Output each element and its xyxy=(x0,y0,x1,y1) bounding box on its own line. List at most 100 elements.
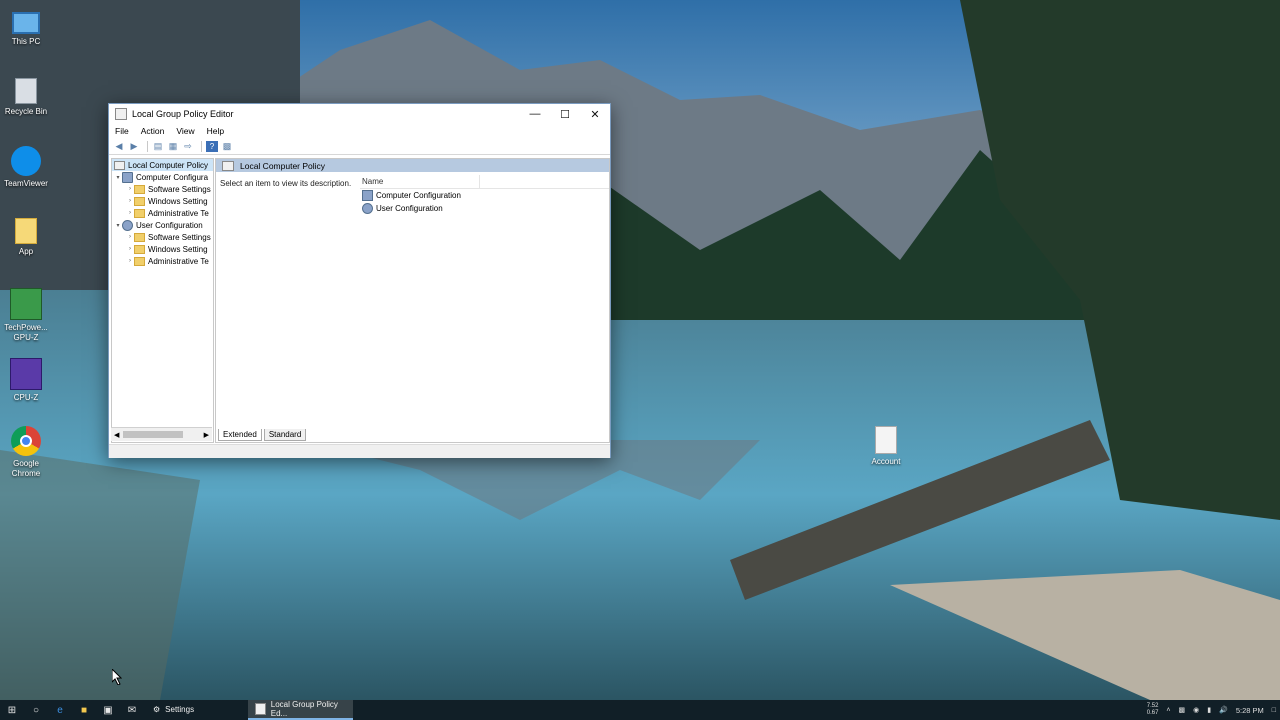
tree-item-label: Windows Setting xyxy=(148,244,208,254)
tree-item-software-settings[interactable]: › Software Settings xyxy=(112,231,213,243)
desktop-icon-google-chrome[interactable]: Google Chrome xyxy=(0,426,52,479)
desktop-icon-label: TechPowe... GPU-Z xyxy=(4,323,48,342)
tree-item-windows-settings[interactable]: › Windows Setting xyxy=(112,195,213,207)
tree-item-user-configuration[interactable]: ▾ User Configuration xyxy=(112,219,213,231)
chrome-icon xyxy=(11,426,41,456)
list-item-user-configuration[interactable]: User Configuration xyxy=(360,202,609,215)
desktop-icon-label: This PC xyxy=(11,37,41,46)
items-list: Name Computer Configuration User Configu… xyxy=(360,175,609,215)
tree-horizontal-scrollbar[interactable]: ◀ ▶ xyxy=(111,427,212,441)
desktop-icon-this-pc[interactable]: This PC xyxy=(0,8,52,47)
desktop-icon-gpu-z[interactable]: TechPowe... GPU-Z xyxy=(0,288,52,343)
desktop-icon-recycle-bin[interactable]: Recycle Bin xyxy=(0,78,52,117)
notifications-icon[interactable]: □ xyxy=(1272,707,1276,714)
tree-item-label: Computer Configura xyxy=(136,172,209,182)
toolbar: ◀ ▶ ▤ ▦ ⇨ ? ▩ xyxy=(109,138,610,155)
tree-item-administrative-templates[interactable]: › Administrative Te xyxy=(112,255,213,267)
taskbar-app-group-policy-editor[interactable]: Local Group Policy Ed... xyxy=(248,700,353,720)
system-tray: 7.52 0.67 ˄ ▩ ◉ ▮ 🔊 5:28 PM □ xyxy=(1143,700,1280,720)
tree-item-administrative-templates[interactable]: › Administrative Te xyxy=(112,207,213,219)
folder-icon xyxy=(15,218,37,244)
details-pane: Local Computer Policy Select an item to … xyxy=(215,158,610,443)
desktop-icon-label: App xyxy=(18,247,34,256)
chevron-right-icon[interactable]: › xyxy=(126,186,134,192)
taskbar-app-settings[interactable]: ⚙ Settings xyxy=(146,700,246,720)
chevron-right-icon[interactable]: › xyxy=(126,246,134,252)
store-icon[interactable]: ▣ xyxy=(96,700,120,720)
policy-icon xyxy=(222,160,234,171)
back-arrow-icon[interactable]: ◀ xyxy=(113,141,125,152)
tree-item-label: User Configuration xyxy=(136,220,203,230)
desktop-icon-label: TeamViewer xyxy=(4,179,48,188)
mail-icon[interactable]: ✉ xyxy=(120,700,144,720)
desktop-icon-account[interactable]: Account xyxy=(860,426,912,467)
computer-icon xyxy=(362,190,373,201)
language-icon[interactable]: ◉ xyxy=(1193,706,1199,714)
description-text: Select an item to view its description. xyxy=(220,179,352,188)
scrollbar-thumb[interactable] xyxy=(123,431,183,438)
menu-action[interactable]: Action xyxy=(141,126,165,136)
list-item-computer-configuration[interactable]: Computer Configuration xyxy=(360,189,609,202)
view-tabs: Extended Standard xyxy=(218,429,308,441)
filter-icon[interactable]: ▩ xyxy=(221,141,233,152)
chevron-right-icon[interactable]: › xyxy=(126,210,134,216)
forward-arrow-icon[interactable]: ▶ xyxy=(128,141,140,152)
tree-item-local-computer-policy[interactable]: Local Computer Policy xyxy=(112,159,213,171)
folder-icon xyxy=(134,256,145,266)
recycle-bin-icon xyxy=(15,78,37,104)
tab-standard[interactable]: Standard xyxy=(263,429,307,441)
menu-help[interactable]: Help xyxy=(207,126,224,136)
chevron-down-icon[interactable]: ▾ xyxy=(114,222,122,229)
minimize-button[interactable]: — xyxy=(520,104,550,124)
help-icon[interactable]: ? xyxy=(206,140,218,152)
mouse-cursor-icon xyxy=(112,669,122,685)
show-hide-tree-icon[interactable]: ▤ xyxy=(152,141,164,152)
taskbar-app-label: Local Group Policy Ed... xyxy=(270,700,338,718)
chevron-up-icon[interactable]: ˄ xyxy=(1166,707,1170,714)
list-item-label: User Configuration xyxy=(376,204,443,213)
toolbar-separator xyxy=(147,140,148,152)
clock[interactable]: 5:28 PM xyxy=(1236,706,1264,715)
policy-tree: Local Computer Policy ▾ Computer Configu… xyxy=(111,158,214,443)
scroll-left-icon[interactable]: ◀ xyxy=(114,431,119,439)
file-explorer-icon[interactable]: ■ xyxy=(72,700,96,720)
title-bar[interactable]: Local Group Policy Editor — ☐ ✕ xyxy=(109,104,610,124)
details-header: Local Computer Policy xyxy=(216,159,609,172)
tree-item-computer-configuration[interactable]: ▾ Computer Configura xyxy=(112,171,213,183)
policy-editor-icon xyxy=(255,703,266,715)
menu-view[interactable]: View xyxy=(176,126,194,136)
chevron-right-icon[interactable]: › xyxy=(126,258,134,264)
menu-file[interactable]: File xyxy=(115,126,129,136)
battery-icon[interactable]: ▮ xyxy=(1207,706,1211,714)
name-column-header[interactable]: Name xyxy=(362,175,480,188)
export-list-icon[interactable]: ⇨ xyxy=(182,141,194,152)
list-item-label: Computer Configuration xyxy=(376,191,461,200)
desktop-icon-label: Recycle Bin xyxy=(4,107,48,116)
desktop-icon-cpu-z[interactable]: CPU-Z xyxy=(0,358,52,403)
desktop-icon-app[interactable]: App xyxy=(0,218,52,257)
chevron-right-icon[interactable]: › xyxy=(126,198,134,204)
chevron-down-icon[interactable]: ▾ xyxy=(114,174,122,181)
desktop-icon-teamviewer[interactable]: TeamViewer xyxy=(0,146,52,189)
chevron-right-icon[interactable]: › xyxy=(126,234,134,240)
policy-icon xyxy=(114,160,125,170)
edge-icon[interactable]: e xyxy=(48,700,72,720)
status-bar xyxy=(109,444,610,458)
windows-start-icon[interactable]: ⊞ xyxy=(0,700,24,720)
close-button[interactable]: ✕ xyxy=(580,104,610,124)
toolbar-separator xyxy=(201,140,202,152)
maximize-button[interactable]: ☐ xyxy=(550,104,580,124)
computer-icon xyxy=(122,171,133,183)
scroll-right-icon[interactable]: ▶ xyxy=(204,431,209,439)
tab-extended[interactable]: Extended xyxy=(218,429,262,441)
window-title: Local Group Policy Editor xyxy=(132,109,234,119)
user-icon xyxy=(122,219,133,231)
desktop-icon-label: Google Chrome xyxy=(11,459,41,478)
network-icon[interactable]: ▩ xyxy=(1179,706,1186,714)
volume-icon[interactable]: 🔊 xyxy=(1219,706,1228,714)
properties-icon[interactable]: ▦ xyxy=(167,141,179,152)
search-icon[interactable]: ○ xyxy=(24,700,48,720)
list-header: Name xyxy=(360,175,609,189)
tree-item-software-settings[interactable]: › Software Settings xyxy=(112,183,213,195)
tree-item-windows-settings[interactable]: › Windows Setting xyxy=(112,243,213,255)
